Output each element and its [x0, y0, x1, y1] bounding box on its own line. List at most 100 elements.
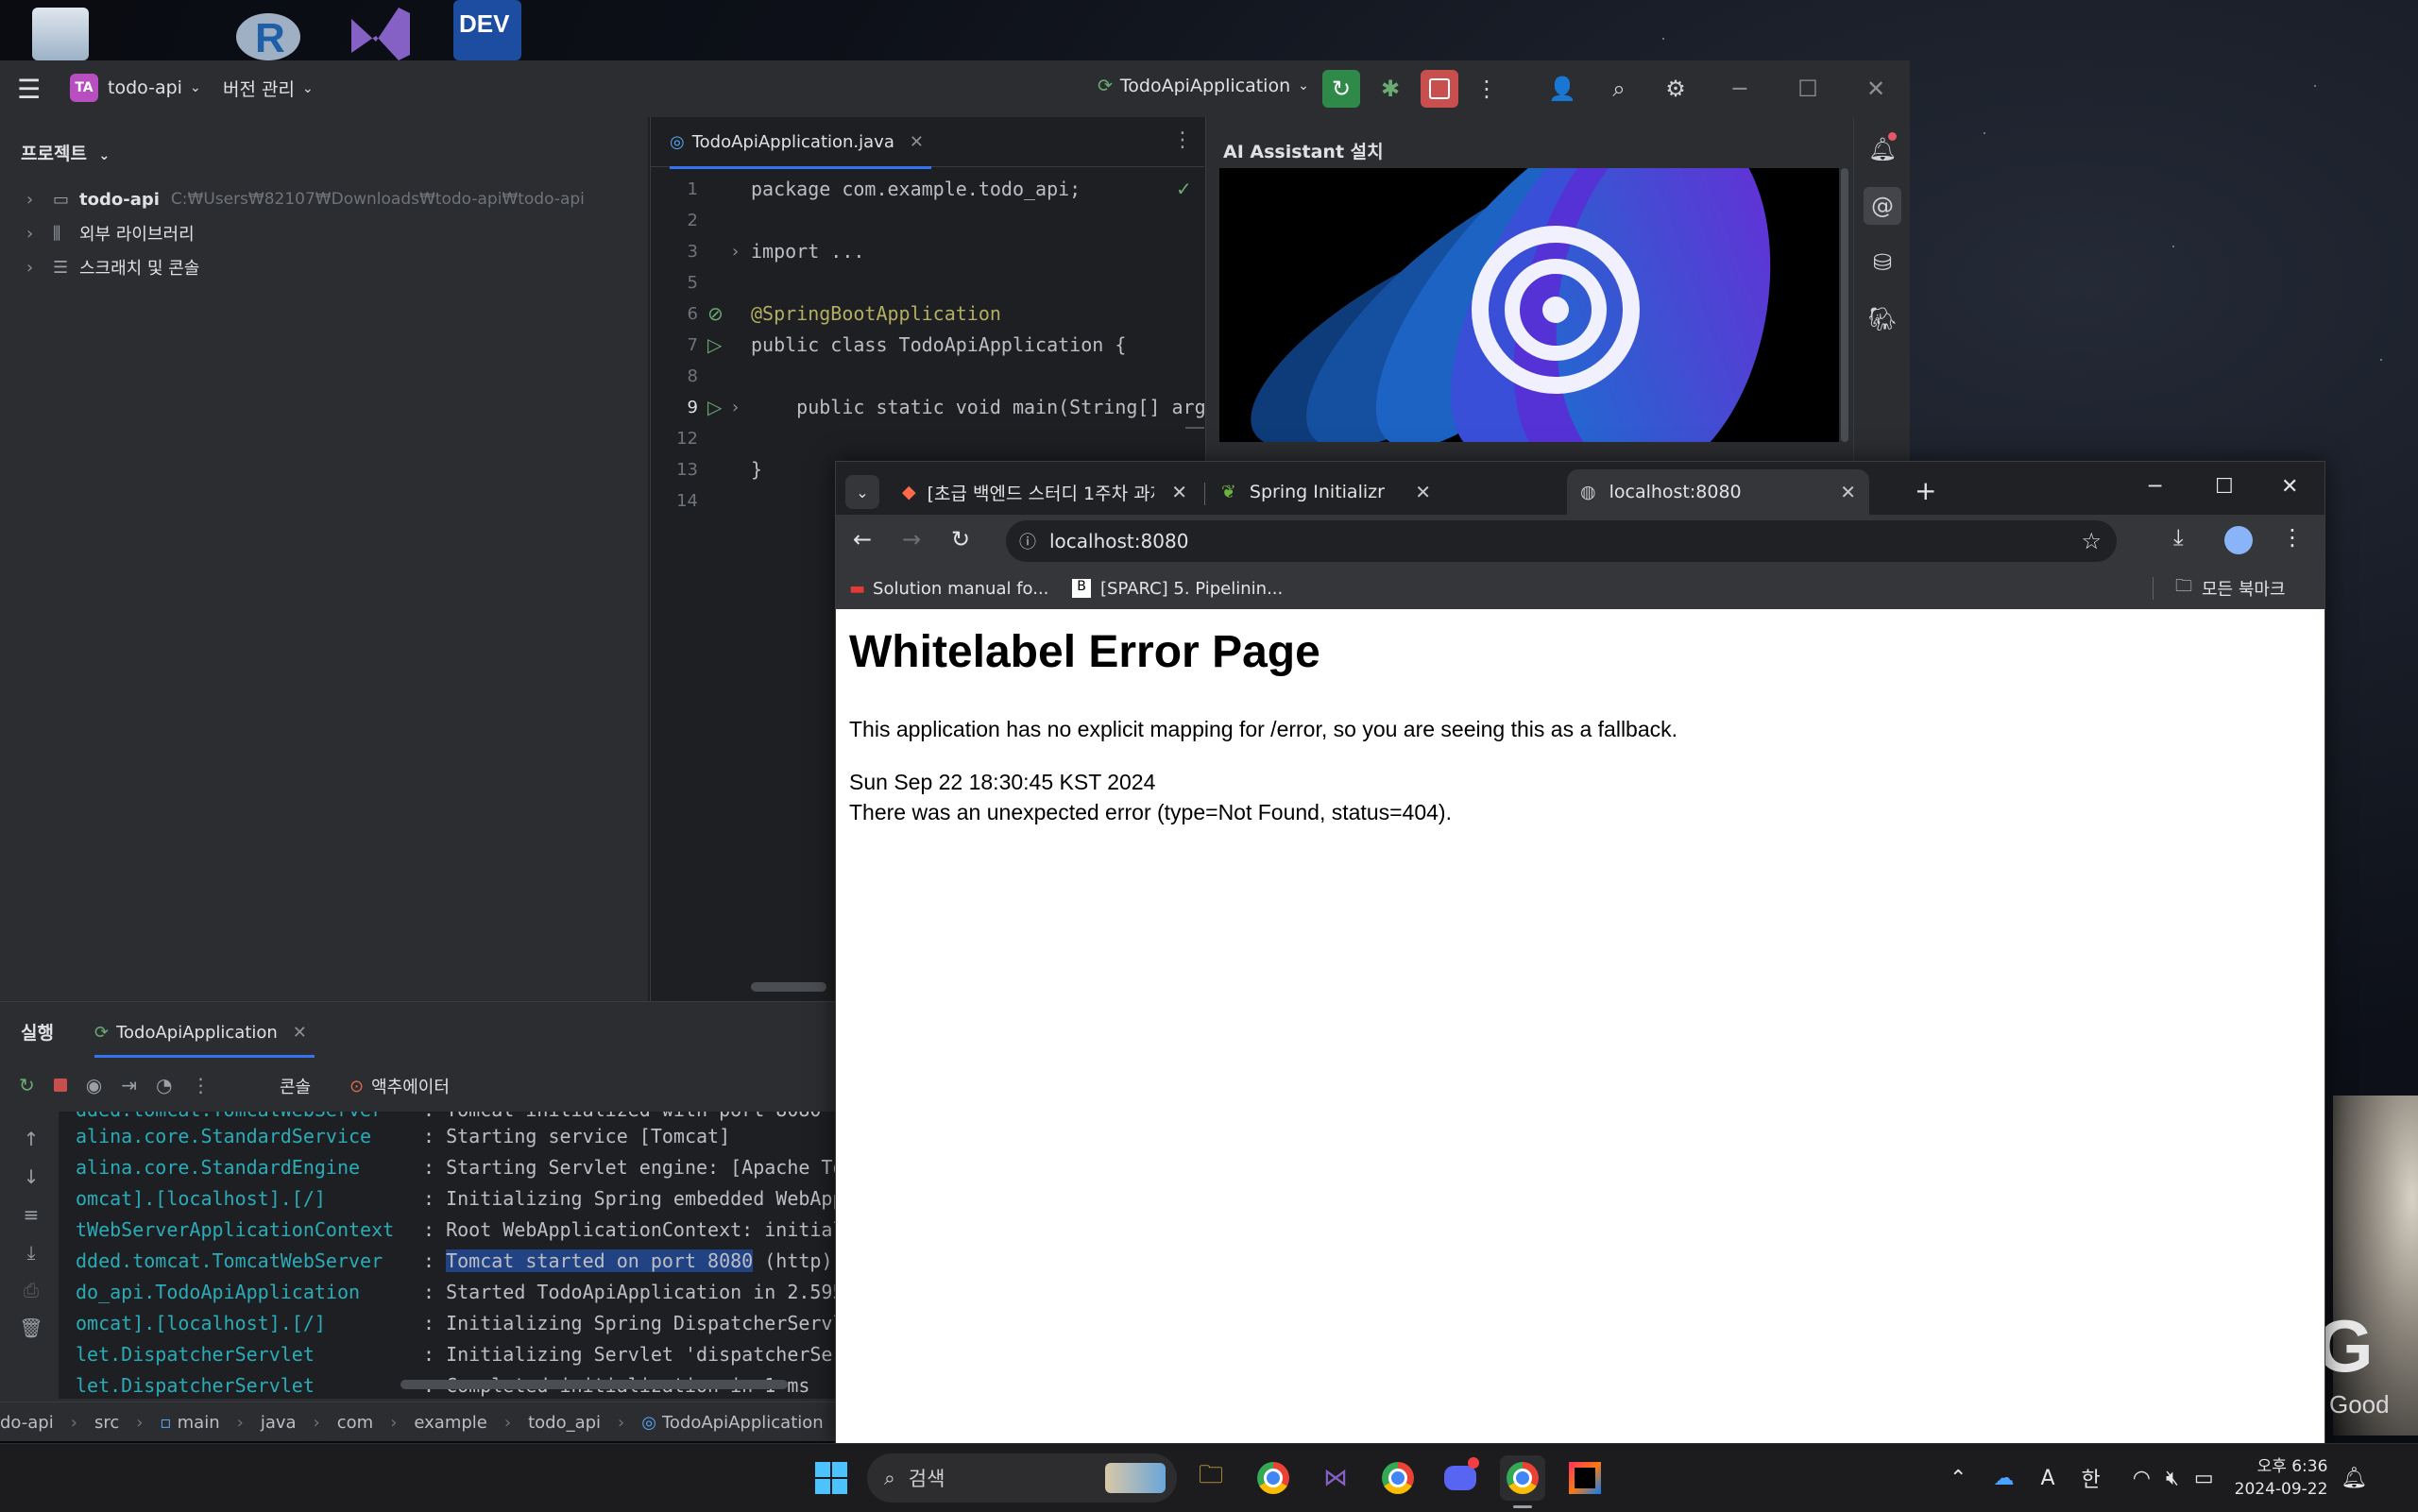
tree-item-project[interactable]: › ▭ todo-api C:₩Users₩82107₩Downloads₩to…: [26, 183, 585, 215]
fold-chevron-icon[interactable]: ›: [732, 242, 739, 262]
chrome-active-icon[interactable]: [1500, 1455, 1545, 1508]
ai-panel-scrollbar[interactable]: [1841, 168, 1848, 442]
r-studio-icon[interactable]: R: [230, 0, 306, 61]
soft-wrap-icon[interactable]: ≡: [19, 1202, 43, 1227]
close-window-icon[interactable]: ✕: [2281, 475, 2298, 499]
windows-start-icon[interactable]: [809, 1455, 854, 1501]
more-actions-icon[interactable]: ⋮: [191, 1074, 210, 1096]
run-gutter-icon[interactable]: ▷: [707, 333, 722, 356]
breadcrumb-item[interactable]: TodoApiApplication: [662, 1413, 824, 1433]
onedrive-cloud-icon[interactable]: ☁: [1993, 1467, 2014, 1490]
main-menu-icon[interactable]: ☰: [17, 74, 41, 105]
browser-tab[interactable]: ◆ [초급 백엔드 스터디 1주차 과제 ✕: [889, 469, 1200, 515]
reload-icon[interactable]: ↻: [951, 526, 970, 552]
project-panel-header[interactable]: 프로젝트 ⌄: [21, 140, 110, 165]
intellij-icon[interactable]: [1562, 1455, 1608, 1501]
rerun-icon[interactable]: ↻: [19, 1074, 35, 1096]
dev-cpp-icon[interactable]: DEV: [453, 0, 521, 60]
bookmark-star-icon[interactable]: ☆: [2081, 528, 2102, 554]
breadcrumb-item[interactable]: src: [94, 1413, 119, 1433]
settings-gear-icon[interactable]: ⚙: [1657, 70, 1694, 108]
browser-tab-active[interactable]: ◍ localhost:8080 ✕: [1567, 469, 1869, 515]
browser-tab[interactable]: ❦ Spring Initializr ✕: [1208, 469, 1444, 515]
taskbar-search[interactable]: ⌕ 검색: [867, 1453, 1177, 1503]
volume-muted-icon[interactable]: 🔇︎: [2166, 1467, 2179, 1490]
debug-icon[interactable]: ✱: [1371, 70, 1409, 108]
scroll-up-icon[interactable]: ↑: [19, 1127, 43, 1151]
run-gutter-icon[interactable]: ▷: [707, 396, 722, 418]
all-bookmarks-button[interactable]: 🗀︎ 모든 북마크: [2175, 568, 2286, 609]
battery-icon[interactable]: ▭: [2194, 1467, 2214, 1490]
run-config-selector[interactable]: ⟳ TodoApiApplication ⌄: [1098, 76, 1309, 96]
close-tab-icon[interactable]: ✕: [293, 1023, 307, 1043]
close-tab-icon[interactable]: ✕: [910, 132, 924, 152]
stop-icon[interactable]: [1421, 70, 1458, 108]
close-tab-icon[interactable]: ✕: [1171, 481, 1187, 503]
project-switcher[interactable]: TA todo-api ⌄: [70, 74, 201, 102]
console-tab[interactable]: 콘솔: [280, 1074, 311, 1098]
maximize-icon[interactable]: ☐: [2215, 475, 2234, 499]
ai-assistant-icon[interactable]: @: [1864, 187, 1901, 225]
tree-item-external-libraries[interactable]: › ⫼ 외부 라이브러리: [26, 217, 195, 249]
exit-icon[interactable]: ⇥: [121, 1074, 137, 1096]
chevron-up-icon[interactable]: ⌃: [1950, 1467, 1967, 1490]
chrome-icon[interactable]: [1251, 1455, 1296, 1501]
close-icon[interactable]: ✕: [1857, 70, 1895, 108]
site-info-icon[interactable]: ⓘ: [1019, 529, 1036, 553]
more-menu-icon[interactable]: ⋮: [2281, 524, 2304, 551]
address-bar[interactable]: ⓘ localhost:8080 ☆: [1006, 520, 2117, 562]
visual-studio-icon[interactable]: [342, 0, 417, 60]
editor-tab-todoapiapplication[interactable]: ◎ TodoApiApplication.java ✕: [670, 117, 931, 169]
bookmark-item[interactable]: B [SPARC] 5. Pipelinin...: [1072, 568, 1283, 609]
clock[interactable]: 오후 6:36 2024-09-22: [2235, 1455, 2328, 1501]
visual-studio-icon[interactable]: ⋈: [1313, 1455, 1358, 1501]
notification-bell-icon[interactable]: 🔔︎: [2341, 1467, 2367, 1490]
file-explorer-icon[interactable]: 🗀︎: [1188, 1455, 1234, 1501]
close-tab-icon[interactable]: ✕: [1415, 481, 1431, 503]
download-icon[interactable]: ⤓: [2173, 524, 2184, 551]
breadcrumb-item[interactable]: main: [178, 1413, 220, 1433]
profile-avatar[interactable]: [2224, 526, 2253, 554]
bookmark-item[interactable]: ▬ Solution manual fo...: [849, 568, 1048, 609]
breadcrumb-item[interactable]: com: [337, 1413, 373, 1433]
minimize-icon[interactable]: ─: [1721, 70, 1759, 108]
run-tab-todoapiapplication[interactable]: ⟳ TodoApiApplication ✕: [94, 1010, 315, 1058]
breadcrumb-item[interactable]: todo_api: [528, 1413, 601, 1433]
chevron-right-icon[interactable]: ›: [26, 190, 53, 210]
breadcrumb-item[interactable]: java: [261, 1413, 297, 1433]
editor-horizontal-scrollbar[interactable]: [751, 982, 826, 992]
database-icon[interactable]: ⛁: [1864, 244, 1901, 281]
maximize-icon[interactable]: ☐: [1789, 70, 1827, 108]
chevron-right-icon[interactable]: ›: [26, 258, 53, 278]
wifi-icon[interactable]: ◠: [2133, 1467, 2151, 1490]
spring-bean-gutter-icon[interactable]: ⊘: [707, 302, 724, 325]
scroll-to-end-icon[interactable]: ⤓: [19, 1240, 43, 1265]
tree-item-scratches[interactable]: › ☰ 스크래치 및 콘솔: [26, 251, 199, 283]
console-horizontal-scrollbar[interactable]: [400, 1380, 788, 1389]
search-icon[interactable]: ⌕: [1600, 70, 1638, 108]
code-with-me-icon[interactable]: 👤: [1543, 70, 1581, 108]
chrome-profile-icon[interactable]: [1375, 1455, 1421, 1501]
scroll-down-icon[interactable]: ↓: [19, 1164, 43, 1189]
ime-han-indicator[interactable]: 한: [2082, 1463, 2101, 1493]
stop-icon[interactable]: [53, 1079, 67, 1092]
breadcrumb-item[interactable]: example: [414, 1413, 486, 1433]
ime-a-indicator[interactable]: A: [2040, 1467, 2054, 1490]
editor-tabs-more-icon[interactable]: ⋮: [1172, 128, 1193, 152]
print-icon[interactable]: ⎙: [19, 1278, 43, 1302]
chevron-right-icon[interactable]: ›: [26, 224, 53, 244]
gradle-elephant-icon[interactable]: 🐘︎: [1864, 300, 1901, 338]
rerun-icon[interactable]: ↻: [1322, 70, 1360, 108]
clear-trash-icon[interactable]: 🗑︎: [19, 1316, 43, 1340]
vcs-menu[interactable]: 버전 관리 ⌄: [223, 76, 314, 101]
profiler-gauge-icon[interactable]: ◔: [156, 1074, 172, 1096]
breadcrumb-item[interactable]: do-api: [0, 1413, 54, 1433]
more-actions-icon[interactable]: ⋮: [1468, 70, 1506, 108]
tab-search-button[interactable]: ⌄: [845, 475, 879, 509]
close-tab-icon[interactable]: ✕: [1840, 481, 1856, 503]
minimize-icon[interactable]: ─: [2149, 475, 2161, 499]
fold-chevron-icon[interactable]: ›: [732, 398, 739, 417]
actuator-tab[interactable]: ⊙ 액추에이터: [349, 1074, 450, 1098]
forward-arrow-icon[interactable]: →: [902, 526, 921, 552]
discord-icon[interactable]: [1438, 1455, 1483, 1501]
